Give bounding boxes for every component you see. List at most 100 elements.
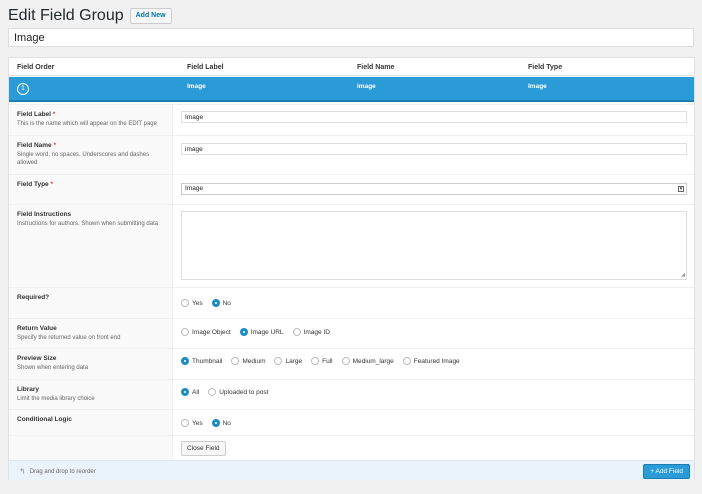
setting-label-cell: Field Name * Single word, no spaces. Und… [9, 136, 173, 174]
drag-hint: ↰ Drag and drop to reorder [19, 467, 96, 476]
preview-size-title: Preview Size [17, 355, 57, 362]
return-value-title: Return Value [17, 325, 57, 332]
field-name-input[interactable] [181, 143, 687, 155]
panel-footer: ↰ Drag and drop to reorder + Add Field [9, 460, 694, 480]
return-value-radio-group: Image Object Image URL Image ID [181, 328, 339, 336]
library-option[interactable]: Uploaded to post [208, 388, 268, 396]
field-label-title: Field Label [17, 111, 51, 118]
field-instructions-textarea[interactable]: ◢ [181, 211, 687, 280]
return-value-option[interactable]: Image Object [181, 328, 231, 336]
field-order-badge[interactable]: 1 [17, 83, 29, 95]
setting-field-type: Field Type * Image ▾ [9, 174, 694, 204]
preview-size-option[interactable]: Medium [231, 357, 265, 365]
preview-size-option[interactable]: Full [311, 357, 333, 365]
setting-label-cell: Conditional Logic [9, 410, 173, 435]
library-radio-group: All Uploaded to post [181, 388, 277, 396]
add-field-button[interactable]: + Add Field [643, 464, 690, 479]
library-title: Library [17, 386, 40, 393]
drag-hint-text: Drag and drop to reorder [29, 468, 96, 475]
setting-label-cell: Field Instructions Instructions for auth… [9, 205, 173, 287]
library-desc: Limit the media library choice [17, 396, 95, 402]
setting-close-field: Close Field [9, 435, 694, 460]
conditional-logic-title: Conditional Logic [17, 416, 72, 423]
preview-size-option[interactable]: Medium_large [341, 357, 394, 365]
field-label-desc: This is the name which will appear on th… [17, 121, 157, 127]
required-option[interactable]: Yes [181, 299, 203, 307]
setting-field-label: Field Label * This is the name which wil… [9, 104, 694, 135]
required-option[interactable]: No [211, 299, 231, 307]
page-title: Edit Field Group [8, 7, 124, 24]
setting-field-instructions: Field Instructions Instructions for auth… [9, 204, 694, 287]
preview-size-option[interactable]: Large [274, 357, 302, 365]
setting-label-cell: Required? [9, 288, 173, 318]
column-field-order: Field Order [17, 64, 55, 71]
active-field-row[interactable]: 1 Image image Image [9, 77, 694, 102]
radio-button-checked[interactable] [181, 357, 189, 365]
fields-table-header: Field Order Field Label Field Name Field… [9, 58, 694, 76]
library-option[interactable]: All [181, 388, 199, 396]
select-arrow-icon[interactable]: ▾ [678, 186, 684, 192]
close-field-button[interactable]: Close Field [181, 441, 226, 456]
setting-conditional-logic: Conditional Logic Yes No [9, 409, 694, 435]
fields-panel: Field Order Field Label Field Name Field… [8, 57, 695, 480]
radio-button-checked[interactable] [181, 388, 189, 396]
preview-size-radio-group: Thumbnail Medium Large Full Medium_large… [181, 357, 469, 365]
setting-label-cell: Preview Size Shown when entering data [9, 349, 173, 379]
setting-library: Library Limit the media library choice A… [9, 379, 694, 409]
setting-label-cell [9, 436, 173, 460]
setting-label-cell: Library Limit the media library choice [9, 380, 173, 409]
drag-arrow-icon: ↰ [19, 467, 26, 476]
field-name-title: Field Name [17, 142, 52, 149]
radio-button[interactable] [231, 357, 240, 365]
return-value-desc: Specify the returned value on front end [17, 335, 121, 341]
conditional-logic-radio-group: Yes No [181, 419, 240, 427]
required-mark: * [53, 142, 57, 149]
radio-button[interactable] [181, 419, 189, 427]
radio-button[interactable] [402, 357, 411, 365]
field-type-title: Field Type [17, 181, 49, 188]
active-field-type: Image [528, 83, 547, 90]
add-new-button[interactable]: Add New [129, 8, 172, 24]
required-radio-group: Yes No [181, 299, 240, 307]
setting-field-name: Field Name * Single word, no spaces. Und… [9, 135, 694, 174]
column-field-name: Field Name [357, 64, 395, 71]
setting-preview-size: Preview Size Shown when entering data Th… [9, 348, 694, 379]
group-title-input[interactable] [8, 28, 694, 47]
radio-button[interactable] [208, 388, 217, 396]
field-instructions-desc: Instructions for authors. Shown when sub… [17, 221, 159, 227]
field-instructions-title: Field Instructions [17, 211, 72, 218]
active-field-label[interactable]: Image [187, 83, 206, 90]
setting-label-cell: Return Value Specify the returned value … [9, 319, 173, 348]
page-header: Edit Field Group Add New [8, 7, 172, 25]
return-value-option[interactable]: Image ID [292, 328, 330, 336]
required-title: Required? [17, 294, 50, 301]
conditional-logic-option[interactable]: No [211, 419, 231, 427]
setting-label-cell: Field Label * This is the name which wil… [9, 105, 173, 135]
setting-label-cell: Field Type * [9, 175, 173, 204]
radio-button-checked[interactable] [211, 419, 220, 427]
required-mark: * [52, 111, 56, 118]
radio-button[interactable] [292, 328, 301, 336]
radio-button-checked[interactable] [239, 328, 248, 336]
return-value-option[interactable]: Image URL [239, 328, 284, 336]
radio-button[interactable] [341, 357, 350, 365]
column-field-type: Field Type [528, 64, 563, 71]
resize-handle-icon[interactable]: ◢ [681, 272, 685, 278]
required-mark: * [50, 181, 54, 188]
conditional-logic-option[interactable]: Yes [181, 419, 203, 427]
column-field-label: Field Label [187, 64, 224, 71]
preview-size-option[interactable]: Thumbnail [181, 357, 222, 365]
preview-size-option[interactable]: Featured Image [402, 357, 460, 365]
preview-size-desc: Shown when entering data [17, 365, 89, 371]
field-type-selected: Image [185, 185, 204, 192]
radio-button[interactable] [311, 357, 320, 365]
setting-return-value: Return Value Specify the returned value … [9, 318, 694, 348]
active-field-name: image [357, 83, 376, 90]
radio-button[interactable] [181, 328, 189, 336]
field-label-input[interactable] [181, 111, 687, 123]
radio-button-checked[interactable] [211, 299, 220, 307]
field-name-desc: Single word, no spaces. Underscores and … [17, 152, 150, 166]
radio-button[interactable] [181, 299, 189, 307]
field-type-select[interactable]: Image ▾ [181, 183, 687, 195]
radio-button[interactable] [274, 357, 283, 365]
